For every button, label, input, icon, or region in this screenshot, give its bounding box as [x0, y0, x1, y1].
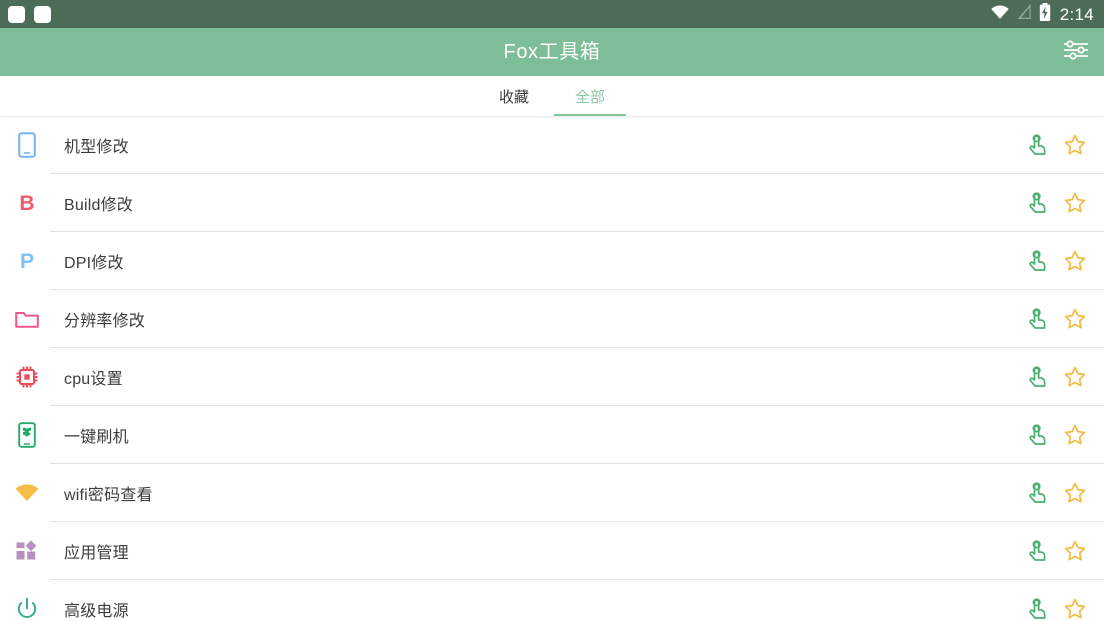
status-bar-system-icons: 2:14	[990, 2, 1094, 26]
list-item-label: 分辨率修改	[64, 313, 146, 330]
dashboard-icon	[14, 538, 40, 564]
star-outline-icon[interactable]	[1064, 192, 1086, 214]
star-outline-icon[interactable]	[1064, 482, 1086, 504]
touch-app-icon[interactable]	[1026, 250, 1048, 272]
list-item-label: 高级电源	[64, 603, 129, 620]
touch-app-icon[interactable]	[1026, 598, 1048, 620]
letter-b-icon: B	[19, 191, 35, 215]
power-icon	[14, 596, 40, 621]
list-item-label: 一键刷机	[64, 429, 129, 446]
list-item[interactable]: 高级电源	[0, 580, 1104, 621]
touch-app-icon[interactable]	[1026, 482, 1048, 504]
list-item[interactable]: 分辨率修改	[0, 290, 1104, 348]
list-item-label: 应用管理	[64, 545, 129, 562]
notification-placeholder-icon	[8, 5, 25, 23]
list-item-actions	[1026, 424, 1104, 446]
touch-app-icon[interactable]	[1026, 308, 1048, 330]
notification-placeholder-icon	[34, 5, 51, 23]
battery-charging-icon	[1039, 2, 1051, 26]
app-root: 2:14 Fox工具箱 收藏 全部 机型修改 B Build修改 P DPI修改…	[0, 0, 1104, 621]
list-item[interactable]: P DPI修改	[0, 232, 1104, 290]
list-item-label: cpu设置	[64, 371, 123, 388]
touch-app-icon[interactable]	[1026, 134, 1048, 156]
phone-outline-icon	[14, 132, 40, 158]
wifi-icon	[14, 480, 40, 506]
star-outline-icon[interactable]	[1064, 134, 1086, 156]
tab-bar: 收藏 全部	[0, 76, 1104, 116]
star-outline-icon[interactable]	[1064, 308, 1086, 330]
star-outline-icon[interactable]	[1064, 366, 1086, 388]
list-item-label: wifi密码查看	[64, 487, 153, 504]
star-outline-icon[interactable]	[1064, 540, 1086, 562]
status-bar-clock: 2:14	[1059, 4, 1094, 24]
settings-tune-button[interactable]	[1056, 32, 1096, 72]
list-item[interactable]: 应用管理	[0, 522, 1104, 580]
list-item[interactable]: 机型修改	[0, 116, 1104, 174]
star-outline-icon[interactable]	[1064, 250, 1086, 272]
touch-app-icon[interactable]	[1026, 192, 1048, 214]
star-outline-icon[interactable]	[1064, 424, 1086, 446]
list-item-label: 机型修改	[64, 139, 129, 156]
list-item-label: DPI修改	[64, 255, 124, 272]
tab-favorites[interactable]: 收藏	[476, 76, 552, 116]
list-item-actions	[1026, 192, 1104, 214]
list-item-actions	[1026, 308, 1104, 330]
app-title: Fox工具箱	[503, 41, 601, 63]
list-item-actions	[1026, 598, 1104, 620]
tab-all[interactable]: 全部	[552, 76, 628, 116]
phone-flash-icon	[14, 422, 40, 448]
signal-off-icon	[1017, 3, 1032, 25]
app-bar: Fox工具箱	[0, 28, 1104, 76]
list-item[interactable]: cpu设置	[0, 348, 1104, 406]
status-bar-notifications	[8, 5, 51, 23]
list-item-actions	[1026, 482, 1104, 504]
list-item[interactable]: B Build修改	[0, 174, 1104, 232]
list-item-actions	[1026, 366, 1104, 388]
list-item-actions	[1026, 250, 1104, 272]
list-item-actions	[1026, 540, 1104, 562]
status-bar: 2:14	[0, 0, 1104, 28]
list-item[interactable]: 一键刷机	[0, 406, 1104, 464]
cpu-chip-icon	[14, 364, 40, 390]
letter-p-icon: P	[19, 249, 34, 273]
tune-icon	[1063, 39, 1089, 66]
list-item-label: Build修改	[64, 197, 133, 214]
tool-list: 机型修改 B Build修改 P DPI修改 分辨率修改 cpu设置 一键刷机 …	[0, 116, 1104, 621]
folder-outline-icon	[14, 306, 40, 332]
list-item[interactable]: wifi密码查看	[0, 464, 1104, 522]
touch-app-icon[interactable]	[1026, 424, 1048, 446]
wifi-icon	[990, 4, 1010, 25]
list-item-actions	[1026, 134, 1104, 156]
star-outline-icon[interactable]	[1064, 598, 1086, 620]
touch-app-icon[interactable]	[1026, 540, 1048, 562]
touch-app-icon[interactable]	[1026, 366, 1048, 388]
